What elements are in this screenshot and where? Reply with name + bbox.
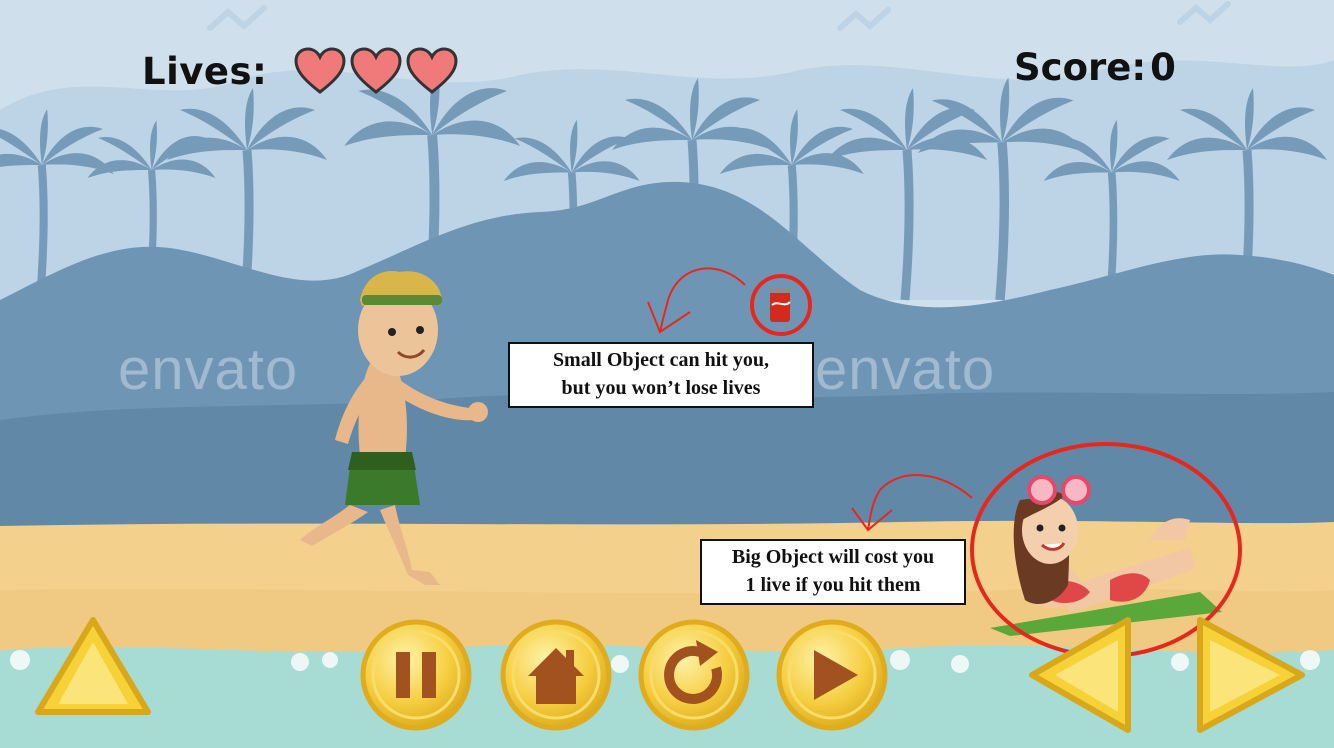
pause-button[interactable] (360, 619, 472, 731)
hearts-row (293, 46, 459, 96)
lives-display: Lives: (142, 46, 459, 96)
heart-icon (350, 47, 402, 94)
score-display: Score: 0 (1010, 46, 1176, 89)
watermark-left: envato (118, 337, 299, 402)
small-object-callout-line1: Small Object can hit you, (552, 349, 770, 371)
score-value: 0 (1150, 46, 1176, 89)
lives-label: Lives: (142, 49, 268, 93)
small-object-callout-line2: but you won’t lose lives (561, 377, 761, 399)
restart-button[interactable] (638, 619, 750, 731)
heart-icon (406, 47, 458, 94)
heart-icon (294, 47, 346, 94)
big-object-callout: Big Object will cost you 1 live if you h… (700, 539, 966, 605)
score-label: Score: (1014, 46, 1147, 89)
small-object-can (770, 288, 791, 322)
big-object-callout-line1: Big Object will cost you (731, 546, 935, 568)
play-button[interactable] (776, 619, 888, 731)
home-button[interactable] (500, 619, 612, 731)
small-object-callout: Small Object can hit you, but you won’t … (508, 342, 814, 408)
watermark-right: envato (815, 337, 996, 402)
big-object-callout-line2: 1 live if you hit them (745, 574, 921, 596)
